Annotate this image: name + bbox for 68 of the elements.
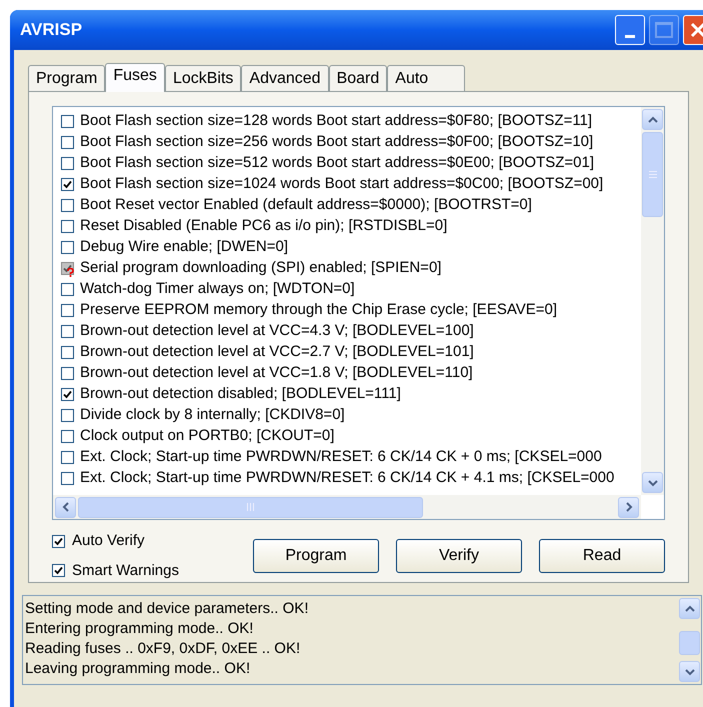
checkbox[interactable] xyxy=(61,430,74,443)
fuse-label: Brown-out detection level at VCC=4.3 V; [BODLEVEL=100] xyxy=(80,321,474,342)
checkbox[interactable] xyxy=(61,220,74,233)
grip-icon xyxy=(648,171,656,178)
checkbox[interactable] xyxy=(61,451,74,464)
fuse-label: Brown-out detection disabled; [BODLEVEL=111] xyxy=(80,384,401,404)
checkbox[interactable] xyxy=(61,115,74,128)
scroll-up-button[interactable] xyxy=(679,598,700,619)
grip-icon xyxy=(247,503,254,511)
fuse-label: Boot Flash section size=128 words Boot start address=$0F80; [BOOTSZ=11] xyxy=(80,111,592,132)
fuse-label: Boot Reset vector Enabled (default address=$0000); [BOOTRST=0] xyxy=(80,195,532,216)
checkbox[interactable] xyxy=(52,534,65,548)
checkbox[interactable] xyxy=(52,564,65,578)
tab[interactable]: Auto xyxy=(387,65,466,91)
fuse-label: Watch-dog Timer always on; [WDTON=0] xyxy=(80,279,355,300)
fuse-label: Brown-out detection level at VCC=2.7 V; [BODLEVEL=101] xyxy=(80,342,474,362)
checkbox[interactable] xyxy=(61,136,74,149)
log-line: Setting mode and device parameters.. OK! xyxy=(25,599,310,619)
action-button[interactable]: Program xyxy=(253,539,379,573)
checkbox[interactable] xyxy=(61,199,74,212)
fuse-label: Brown-out detection level at VCC=1.8 V; [BODLEVEL=110] xyxy=(80,363,473,384)
checkbox[interactable] xyxy=(61,283,74,296)
fuse-label: Boot Flash section size=512 words Boot start address=$0E00; [BOOTSZ=01] xyxy=(80,153,594,174)
tab[interactable]: Board xyxy=(328,65,388,91)
fuse-label: Ext. Clock; Start-up time PWRDWN/RESET: 6 CK/14 CK + 4.1 ms; [CKSEL=000 xyxy=(80,468,614,488)
checkbox[interactable] xyxy=(61,346,74,359)
checkbox[interactable] xyxy=(61,367,74,380)
tab[interactable]: Advanced xyxy=(241,65,329,91)
window-title: AVRISP xyxy=(20,19,84,42)
vertical-scrollbar[interactable] xyxy=(641,107,664,495)
action-button[interactable]: Verify xyxy=(396,539,522,573)
fuse-label: Serial program downloading (SPI) enabled; [SPIEN=0] xyxy=(80,258,442,278)
tab[interactable]: LockBits xyxy=(164,65,242,91)
scroll-thumb[interactable] xyxy=(679,631,700,655)
tab[interactable]: Program xyxy=(28,65,106,91)
checkbox[interactable] xyxy=(61,178,74,191)
tab[interactable]: Fuses xyxy=(105,63,165,92)
scroll-thumb[interactable] xyxy=(78,496,423,518)
fuse-label: Debug Wire enable; [DWEN=0] xyxy=(80,237,288,258)
checkbox[interactable] xyxy=(61,304,74,317)
checkbox[interactable] xyxy=(61,325,74,338)
checkbox[interactable] xyxy=(61,157,74,170)
minimize-button[interactable] xyxy=(615,15,645,45)
fuse-label: Reset Disabled (Enable PC6 as i/o pin); [RSTDISBL=0] xyxy=(80,216,448,236)
log-line: Reading fuses .. 0xF9, 0xDF, 0xEE .. OK! xyxy=(25,639,302,659)
scroll-up-button[interactable] xyxy=(642,109,663,130)
action-button[interactable]: Read xyxy=(539,539,665,573)
option-label: Smart Warnings xyxy=(72,560,179,580)
fuse-label: Boot Flash section size=256 words Boot start address=$0F00; [BOOTSZ=10] xyxy=(80,132,594,152)
fuse-label: Ext. Clock; Start-up time PWRDWN/RESET: 6 CK/14 CK + 0 ms; [CKSEL=000 xyxy=(80,447,602,468)
scroll-down-button[interactable] xyxy=(679,661,700,682)
scroll-thumb[interactable] xyxy=(642,132,663,217)
fuse-label: Divide clock by 8 internally; [CKDIV8=0] xyxy=(80,405,345,426)
log-line: Entering programming mode.. OK! xyxy=(25,619,254,639)
checkbox[interactable] xyxy=(61,241,74,254)
checkbox[interactable] xyxy=(61,388,74,401)
fuse-label: Boot Flash section size=1024 words Boot start address=$0C00; [BOOTSZ=00] xyxy=(80,174,604,194)
fuse-label: Preserve EEPROM memory through the Chip Erase cycle; [EESAVE=0] xyxy=(80,300,557,320)
close-icon xyxy=(689,21,703,39)
option-label: Auto Verify xyxy=(72,531,145,551)
checkbox[interactable] xyxy=(61,472,74,485)
log-line: Leaving programming mode.. OK! xyxy=(25,659,252,679)
fuse-label: Clock output on PORTB0; [CKOUT=0] xyxy=(80,426,334,446)
horizontal-scrollbar[interactable] xyxy=(53,495,641,519)
scroll-down-button[interactable] xyxy=(642,472,663,493)
checkbox[interactable] xyxy=(61,409,74,422)
scroll-left-button[interactable] xyxy=(55,496,76,518)
scroll-right-button[interactable] xyxy=(618,496,639,518)
